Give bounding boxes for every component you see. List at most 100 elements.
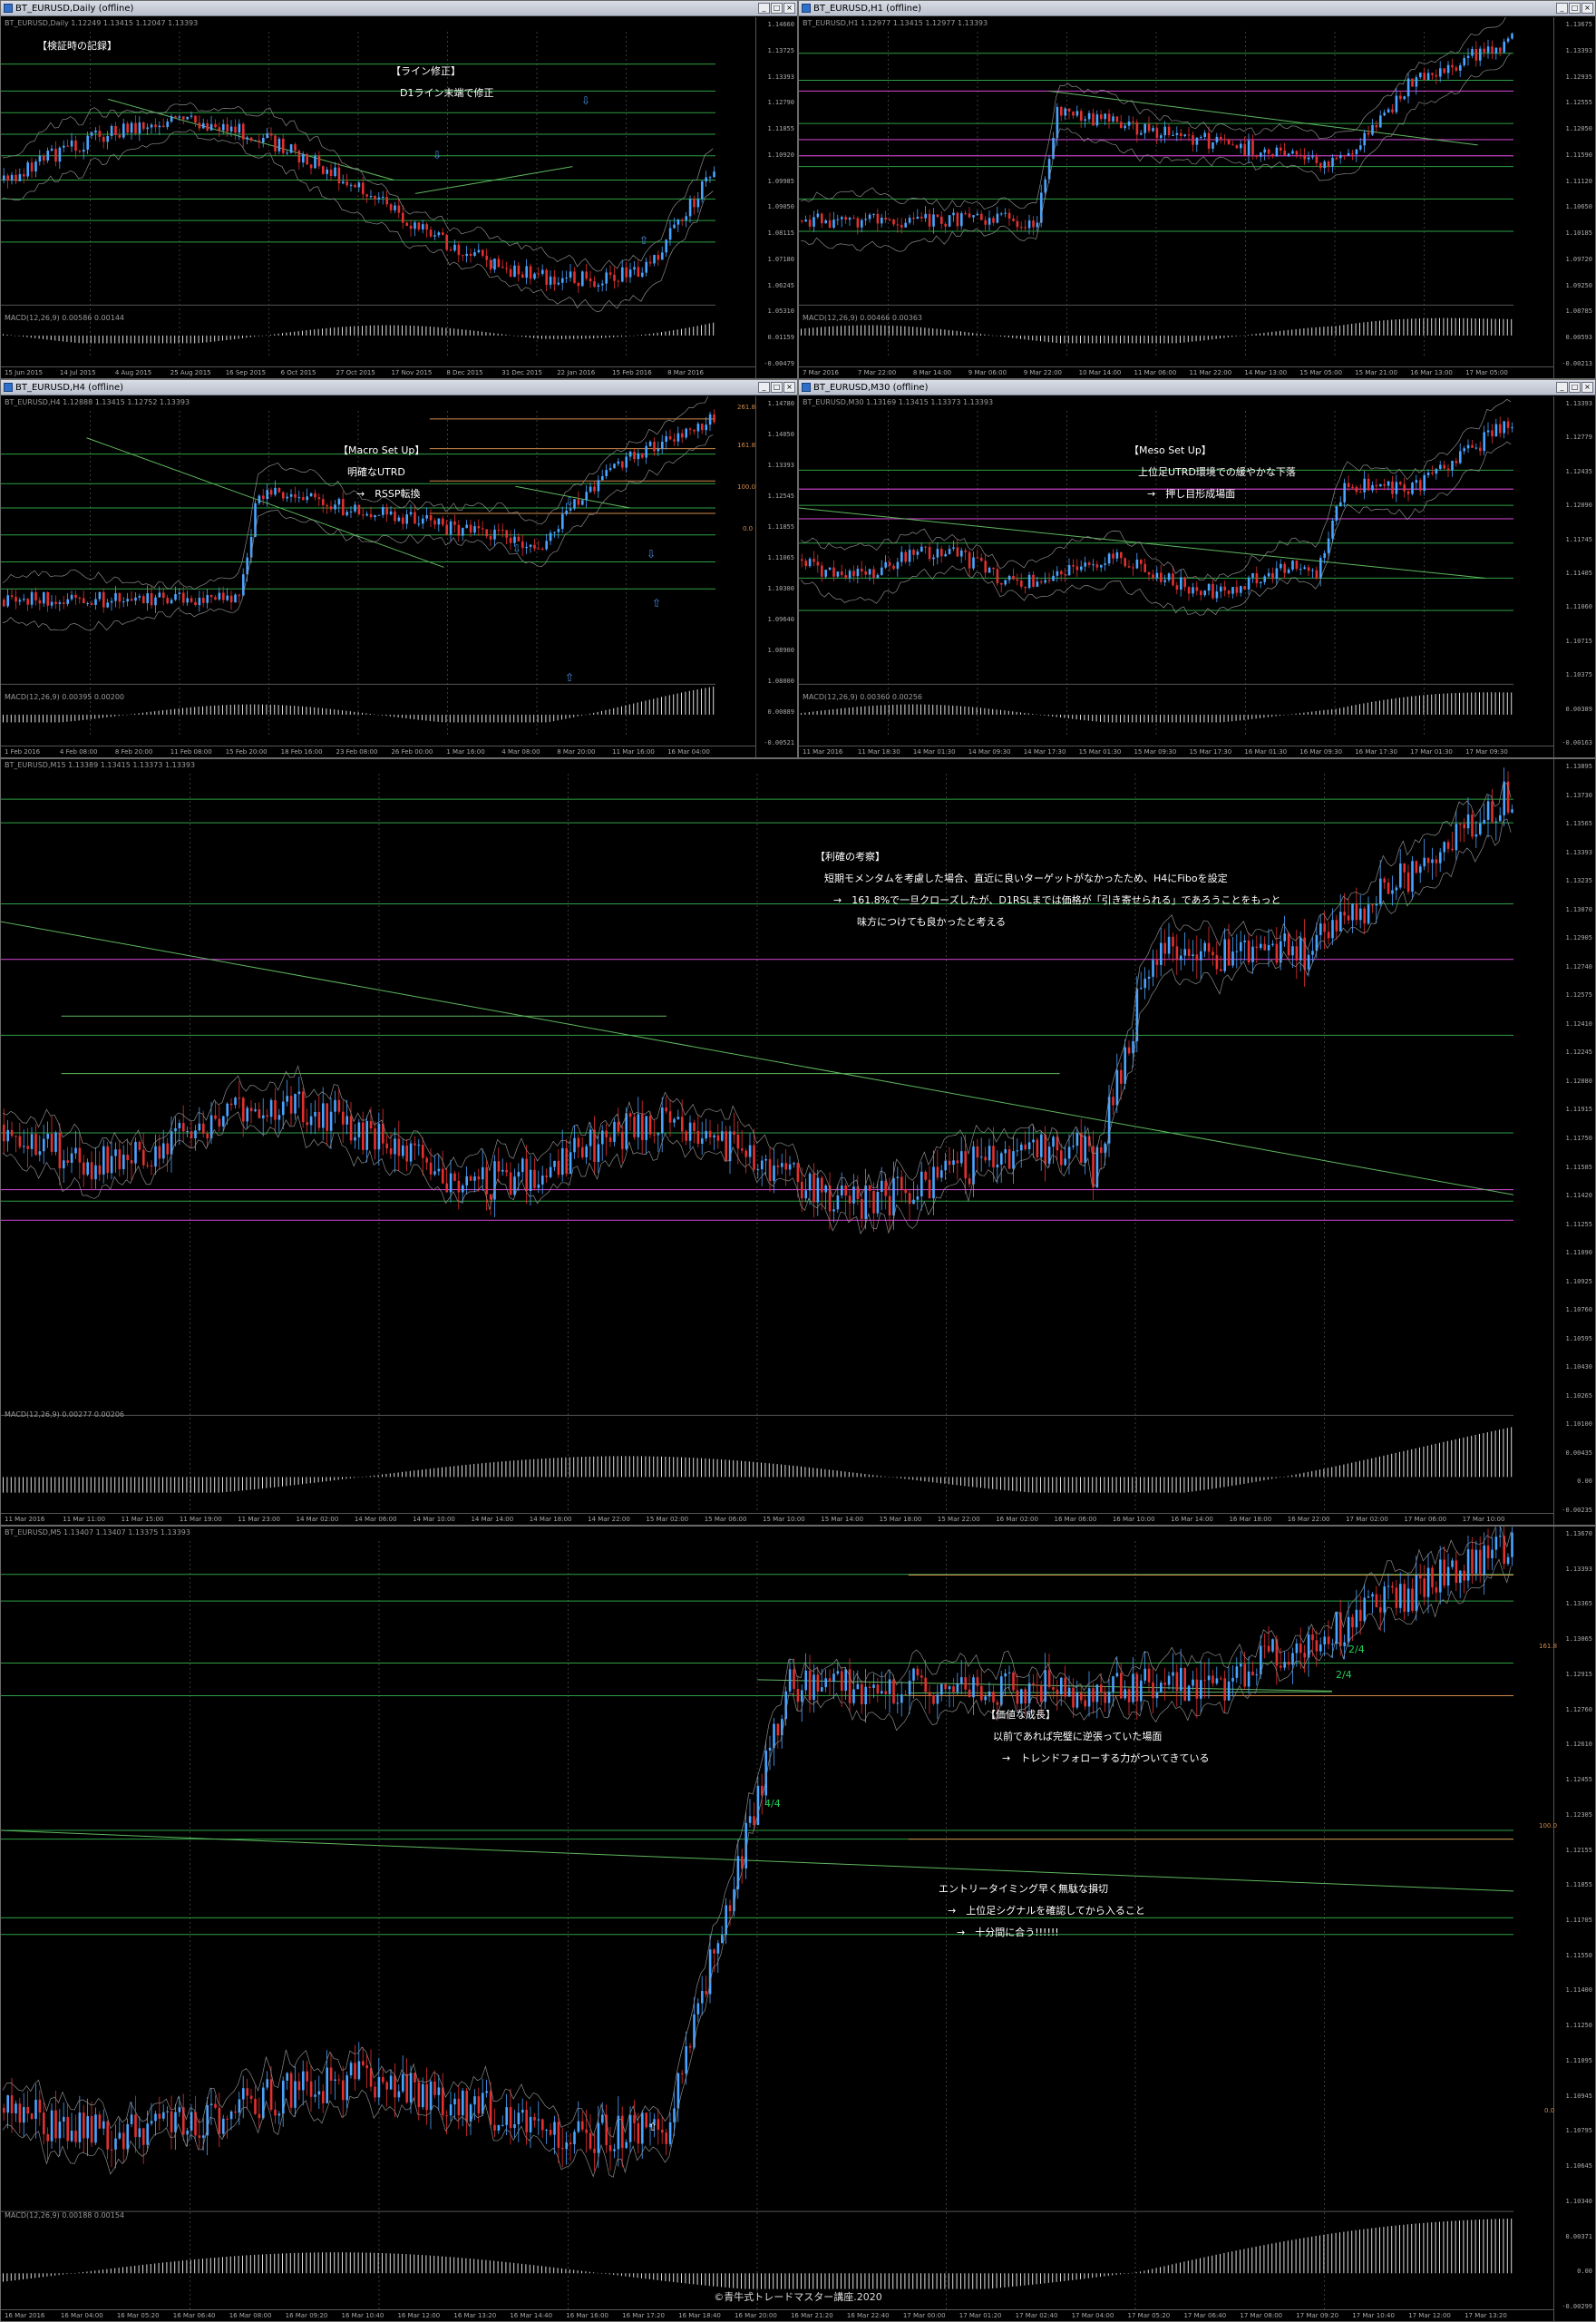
window-h1-titlebar[interactable]: BT_EURUSD,H1 (offline) _ □ × xyxy=(799,1,1595,16)
candle-body xyxy=(1036,1684,1039,1686)
macd-bar xyxy=(1072,2273,1074,2280)
chart-daily[interactable]: BT_EURUSD,Daily 1.12249 1.13415 1.12047 … xyxy=(1,17,797,378)
candle-body xyxy=(138,1141,141,1150)
macd-bar xyxy=(1339,2232,1340,2274)
maximize-button[interactable]: □ xyxy=(1569,382,1581,393)
time-axis[interactable]: 11 Mar 2016 11 Mar 18:30 14 Mar 01:30 14 Ma… xyxy=(799,746,1553,757)
macd-bar xyxy=(229,1477,231,1492)
time-axis[interactable]: 16 Mar 2016 16 Mar 04:00 16 Mar 05:20 16 Ma… xyxy=(1,2309,1553,2321)
window-h1[interactable]: BT_EURUSD,H1 (offline) _ □ × BT_EURUSD,H… xyxy=(798,0,1596,379)
macd-bar xyxy=(701,1458,702,1478)
candle-body xyxy=(409,1143,413,1162)
candle-body xyxy=(166,1143,169,1155)
macd-bar xyxy=(422,326,423,336)
window-h4[interactable]: BT_EURUSD,H4 (offline) _ □ × BT_EURUSD,H… xyxy=(0,379,798,758)
candle-body xyxy=(1307,567,1310,571)
macd-bar xyxy=(872,325,874,336)
macd-bar xyxy=(1439,2221,1440,2274)
close-button[interactable]: × xyxy=(783,3,795,14)
macd-bar xyxy=(1032,335,1034,341)
chart-m15[interactable]: BT_EURUSD,M15 1.13389 1.13415 1.13373 1.… xyxy=(1,759,1595,1525)
window-m5[interactable]: BT_EURUSD,M5 1.13407 1.13407 1.13375 1.1… xyxy=(0,1526,1596,2322)
price-axis[interactable]: 1.13895 1.13730 1.13565 1.13393 1.13235 1.130… xyxy=(1553,759,1595,1525)
macd-bar xyxy=(1503,2219,1504,2274)
macd-bar xyxy=(1311,1470,1313,1478)
macd-bar xyxy=(657,698,658,715)
candle-body xyxy=(932,1166,935,1199)
maximize-button[interactable]: □ xyxy=(771,3,783,14)
macd-bar xyxy=(1100,2273,1101,2278)
macd-bar xyxy=(1367,321,1368,336)
minimize-button[interactable]: _ xyxy=(1556,3,1568,14)
window-m15[interactable]: BT_EURUSD,M15 1.13389 1.13415 1.13373 1.… xyxy=(0,758,1596,1526)
candle-body xyxy=(1299,569,1302,571)
macd-bar xyxy=(30,2273,32,2278)
macd-bar xyxy=(1426,1445,1428,1478)
close-button[interactable]: × xyxy=(1581,3,1593,14)
price-axis[interactable]: 1.14780 1.14050 1.13393 1.12545 1.11855 1.110… xyxy=(755,396,797,757)
chart-h4[interactable]: BT_EURUSD,H4 1.12888 1.13415 1.12752 1.1… xyxy=(1,396,797,757)
macd-bar xyxy=(90,335,92,344)
candle-body xyxy=(1295,1644,1299,1654)
macd-bar xyxy=(309,707,311,715)
macd-bar xyxy=(801,328,802,336)
macd-bar xyxy=(469,1464,471,1478)
time-label: 17 Mar 09:30 xyxy=(1465,748,1508,756)
window-daily[interactable]: BT_EURUSD,Daily (offline) _ □ × BT_EURUS… xyxy=(0,0,798,379)
macd-bar xyxy=(254,1477,256,1490)
price-axis[interactable]: 1.13675 1.13393 1.12935 1.12555 1.12050 1.115… xyxy=(1553,17,1595,378)
window-daily-titlebar[interactable]: BT_EURUSD,Daily (offline) _ □ × xyxy=(1,1,797,16)
time-axis[interactable]: 11 Mar 2016 11 Mar 11:00 11 Mar 15:00 11 Ma… xyxy=(1,1513,1553,1525)
macd-bar xyxy=(821,327,822,336)
macd-bar xyxy=(713,322,715,336)
candle-body xyxy=(374,196,376,200)
candle-body xyxy=(1503,1536,1505,1565)
time-axis[interactable]: 15 Jun 2015 14 Jul 2015 4 Aug 2015 25 Aug 2… xyxy=(1,366,755,378)
candle-body xyxy=(1483,432,1485,452)
candle-body xyxy=(1291,151,1294,154)
candle-body xyxy=(266,2079,268,2088)
price-axis[interactable]: 1.13393 1.12779 1.12435 1.12090 1.11745 1.114… xyxy=(1553,396,1595,757)
close-button[interactable]: × xyxy=(1581,382,1593,393)
macd-bar xyxy=(262,704,263,715)
time-axis[interactable]: 7 Mar 2016 7 Mar 22:00 8 Mar 14:00 9 Mar 06… xyxy=(799,366,1553,378)
candle-body xyxy=(868,569,871,575)
candle-body xyxy=(1247,940,1251,962)
macd-bar xyxy=(382,2253,383,2274)
candle-body xyxy=(1195,137,1199,145)
macd-bar xyxy=(382,325,383,336)
close-button[interactable]: × xyxy=(783,382,795,393)
macd-bar xyxy=(453,1466,455,1478)
macd-bar xyxy=(249,2255,251,2274)
candle-body xyxy=(553,276,556,285)
candle-body xyxy=(349,2063,353,2076)
candle-body xyxy=(736,1856,740,1889)
window-m30-titlebar[interactable]: BT_EURUSD,M30 (offline) _ □ × xyxy=(799,380,1595,395)
window-m30[interactable]: BT_EURUSD,M30 (offline) _ □ × BT_EURUSD,… xyxy=(798,379,1596,758)
price-axis[interactable]: 1.14660 1.13725 1.13393 1.12790 1.11855 1.109… xyxy=(755,17,797,378)
candle-body xyxy=(1359,908,1362,921)
macd-bar xyxy=(354,326,355,336)
price-axis[interactable]: 1.13670 1.13393 1.13365 1.13065 1.12915 1.127… xyxy=(1553,1527,1595,2321)
macd-bar xyxy=(154,711,156,715)
macd-bar xyxy=(1112,1477,1114,1493)
window-h4-titlebar[interactable]: BT_EURUSD,H4 (offline) _ □ × xyxy=(1,380,797,395)
minimize-button[interactable]: _ xyxy=(758,3,770,14)
chart-m5[interactable]: BT_EURUSD,M5 1.13407 1.13407 1.13375 1.1… xyxy=(1,1527,1595,2321)
minimize-button[interactable]: _ xyxy=(758,382,770,393)
maximize-button[interactable]: □ xyxy=(1569,3,1581,14)
candle-body xyxy=(1415,480,1418,483)
candle-body xyxy=(1064,1158,1066,1166)
macd-bar xyxy=(294,706,296,715)
macd-bar xyxy=(302,330,303,336)
minimize-button[interactable]: _ xyxy=(1556,382,1568,393)
candle-body xyxy=(940,216,943,224)
candle-body xyxy=(581,2121,584,2130)
time-axis[interactable]: 1 Feb 2016 4 Feb 08:00 8 Feb 20:00 11 Feb 0… xyxy=(1,746,755,757)
maximize-button[interactable]: □ xyxy=(771,382,783,393)
macd-bar xyxy=(1379,320,1380,336)
macd-bar xyxy=(1040,335,1041,342)
chart-m30[interactable]: BT_EURUSD,M30 1.13169 1.13415 1.13373 1.… xyxy=(799,396,1595,757)
macd-bar xyxy=(229,704,231,715)
chart-h1[interactable]: BT_EURUSD,H1 1.12977 1.13415 1.12977 1.1… xyxy=(799,17,1595,378)
